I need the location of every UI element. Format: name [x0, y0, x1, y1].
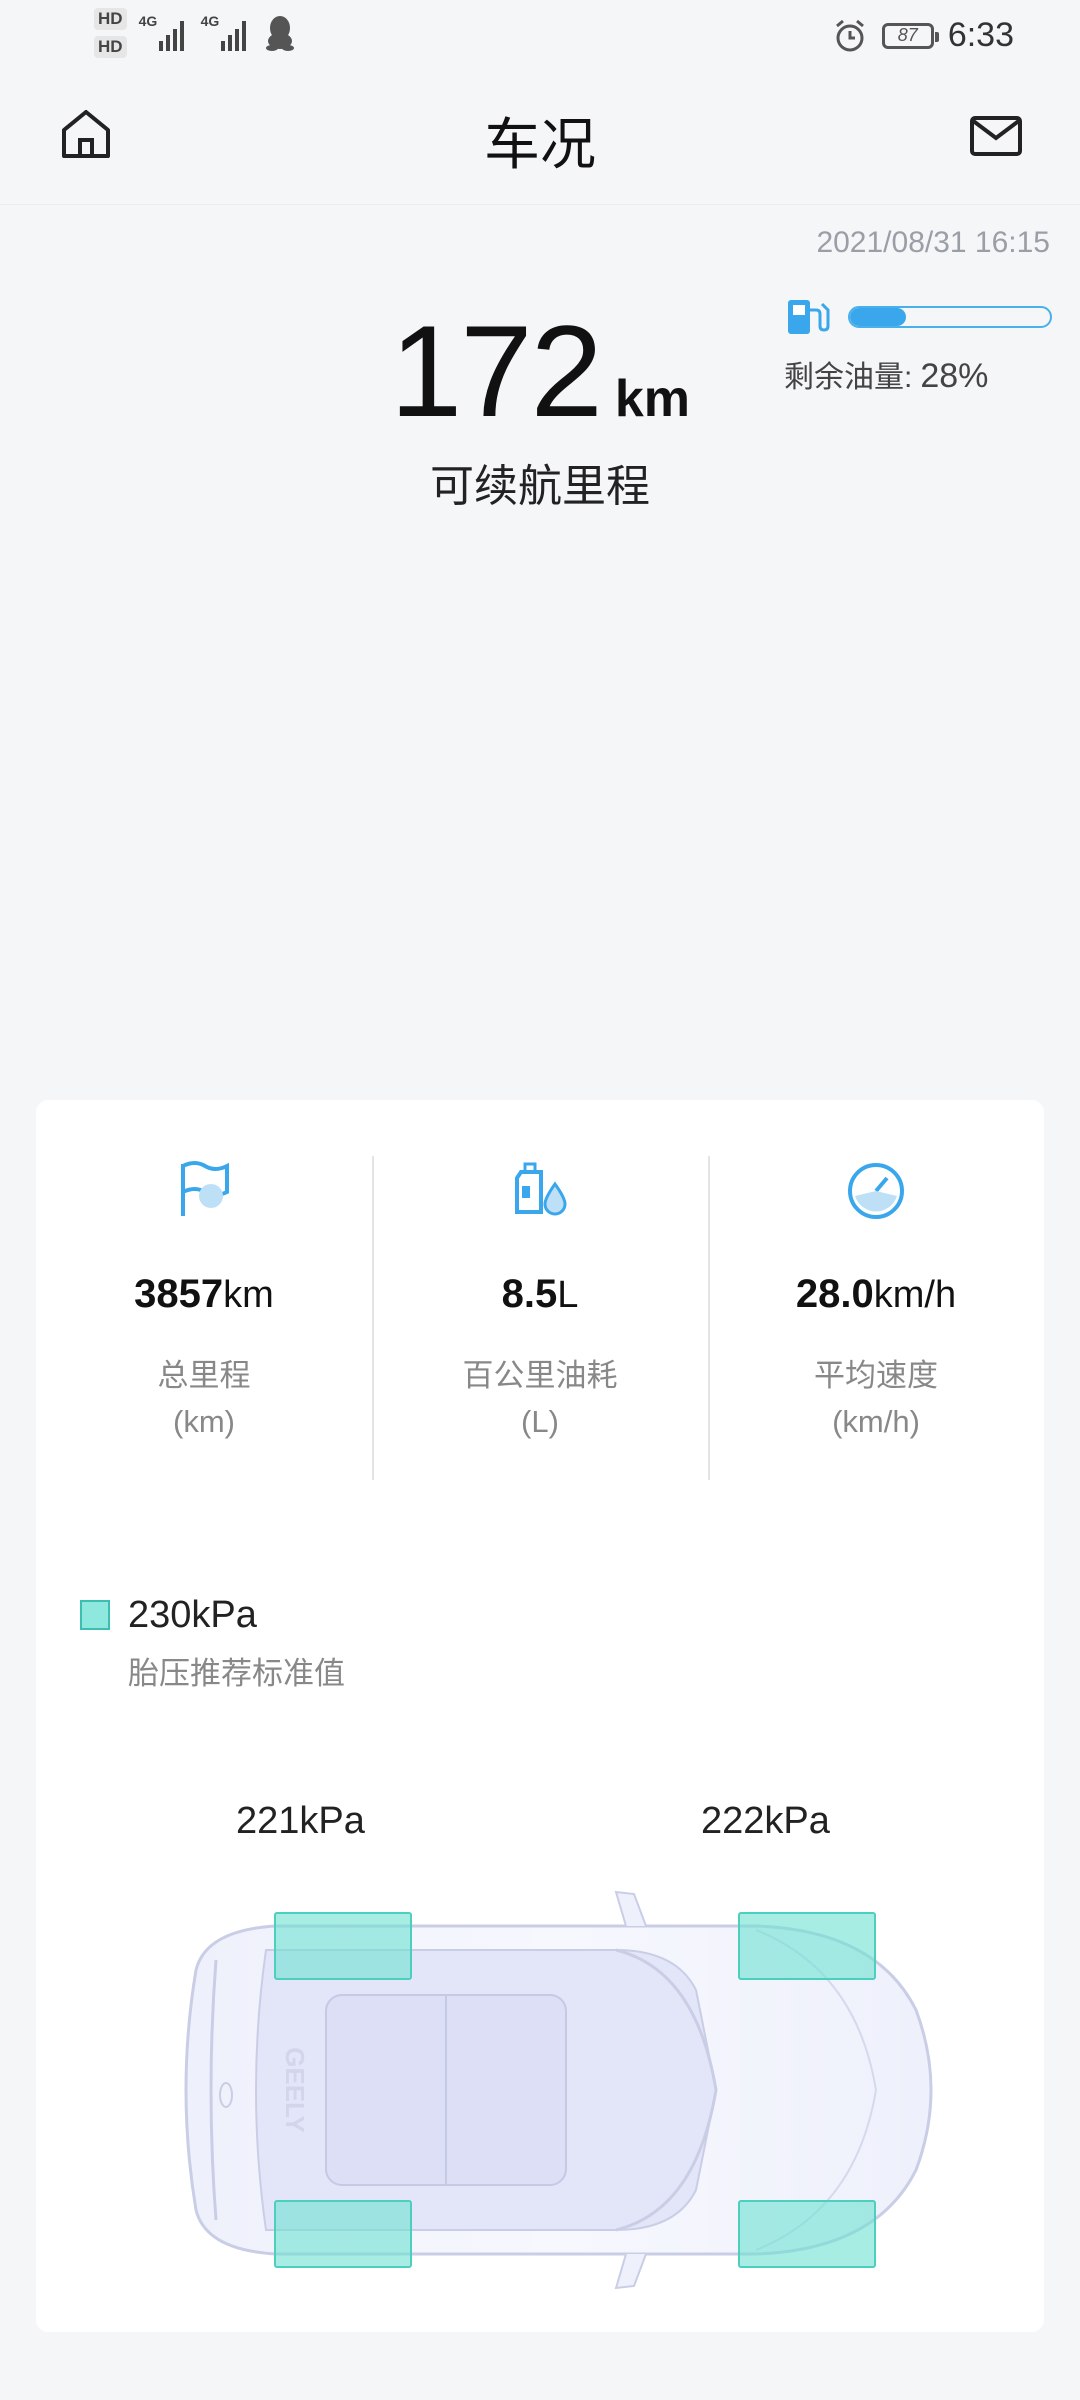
standard-pressure-label: 胎压推荐标准值 [128, 1656, 345, 1691]
range-value: 172 [389, 298, 603, 444]
stat-unit: km/h [873, 1274, 957, 1316]
stat-label: 平均速度 [814, 1358, 938, 1393]
update-timestamp: 2021/08/31 16:15 [816, 226, 1050, 259]
standard-pressure-value: 230kPa [128, 1594, 257, 1636]
hd-badge-2: HD [94, 36, 127, 58]
stat-value: 28.0 [795, 1272, 874, 1316]
stat-sublabel: (L) [521, 1404, 559, 1439]
front-tire-pressure: 222kPa [701, 1800, 830, 1842]
range-label: 可续航里程 [430, 462, 650, 511]
range-unit: km [614, 370, 691, 428]
messages-button[interactable] [966, 106, 1026, 166]
qq-penguin-icon [265, 16, 294, 51]
alarm-icon [835, 19, 864, 51]
status-bar: HD HD 4G 4G 87 6:33 [0, 0, 1080, 80]
stats-row: 3857km 总里程 (km) 8.5L 百公里油耗 (L) 28.0km/h 平均… [36, 1156, 1044, 1486]
fuel-level: 剩余油量: 28% [784, 296, 1054, 396]
tire-front-left [738, 1912, 876, 1980]
stat-unit: L [557, 1274, 579, 1316]
tire-rear-left [274, 1912, 412, 1980]
fuel-progress-fill [850, 308, 906, 326]
tire-rear-right [274, 2200, 412, 2268]
flag-icon [181, 1161, 229, 1216]
fuel-pump-icon [788, 300, 830, 334]
stat-unit: km [223, 1274, 274, 1316]
stat-label: 百公里油耗 [462, 1358, 618, 1393]
hd-badge-1: HD [94, 8, 127, 30]
signal-icon-2: 4G [201, 13, 251, 51]
stat-average-speed: 28.0km/h 平均速度 (km/h) [708, 1156, 1044, 1486]
stat-fuel-consumption: 8.5L 百公里油耗 (L) [372, 1156, 708, 1486]
stat-sublabel: (km/h) [832, 1404, 920, 1439]
battery-indicator: 87 [881, 22, 939, 49]
car-top-view: GEELY [156, 1890, 956, 2290]
stat-value: 8.5 [501, 1272, 558, 1316]
clock: 6:33 [947, 16, 1014, 54]
fuel-progress-bar [848, 306, 1052, 328]
fuel-label: 剩余油量: [784, 361, 913, 394]
rear-tire-pressure: 221kPa [236, 1800, 365, 1842]
legend-swatch [80, 1600, 110, 1630]
stat-label: 总里程 [157, 1358, 251, 1393]
stat-value: 3857 [134, 1272, 224, 1316]
stat-sublabel: (km) [173, 1404, 235, 1439]
signal-icon: 4G [139, 13, 189, 51]
vehicle-stats-card: 3857km 总里程 (km) 8.5L 百公里油耗 (L) 28.0km/h 平均… [36, 1100, 1044, 2332]
car-logo-text: GEELY [280, 2047, 310, 2133]
tire-front-right [738, 2200, 876, 2268]
mail-icon [970, 116, 1022, 156]
app-header: 车况 [0, 80, 1080, 205]
fuel-consumption-icon [515, 1162, 567, 1216]
fuel-percent: 28% [920, 357, 989, 395]
page-title: 车况 [484, 113, 596, 176]
speedometer-icon [848, 1163, 904, 1219]
stat-total-mileage: 3857km 总里程 (km) [36, 1156, 372, 1486]
